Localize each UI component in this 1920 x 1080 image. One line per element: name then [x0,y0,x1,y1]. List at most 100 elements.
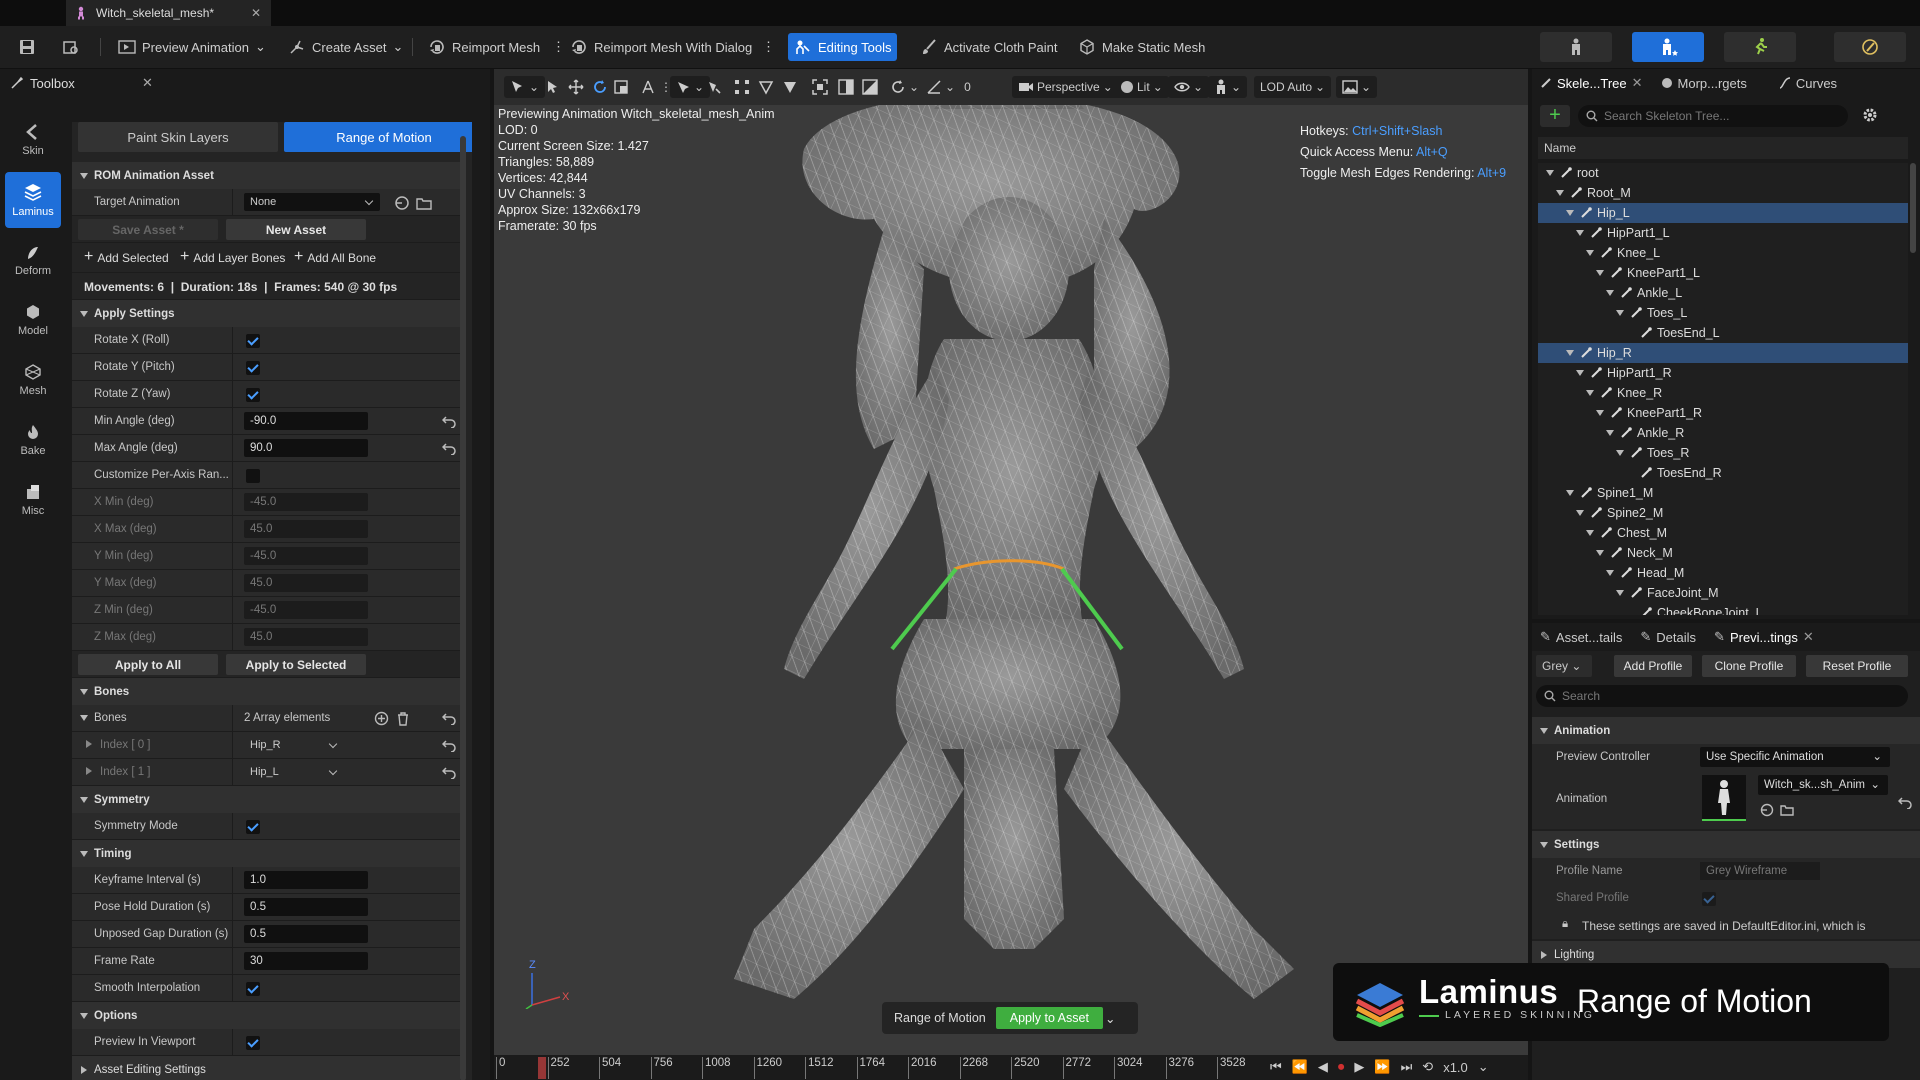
reimport-dialog-button[interactable]: Reimport Mesh With Dialog [564,33,758,61]
keyframe-interval-input[interactable]: 1.0 [244,871,368,889]
expand-arrow-icon[interactable] [1616,450,1624,456]
tab-details[interactable]: ✎ Details [1640,629,1696,645]
lod-button[interactable]: LOD Auto ⌄ [1254,76,1332,98]
section-symmetry[interactable]: Symmetry [72,786,460,813]
select-tool-icon[interactable] [546,77,560,97]
editing-tools-button[interactable]: Editing Tools [788,33,898,61]
viewport-layout-button[interactable]: ⌄ [1336,76,1378,98]
expand-arrow-icon[interactable] [1596,410,1604,416]
expand-arrow-icon[interactable] [1566,350,1574,356]
add-selected-button[interactable]: + Add Selected [84,249,169,266]
section-asset-editing[interactable]: Asset Editing Settings [72,1056,460,1080]
pivot-tool-icon[interactable] [640,77,656,97]
lit-mode-button[interactable]: Lit ⌄ [1114,76,1169,98]
rotate-x-checkbox[interactable] [246,334,260,348]
vtab-misc[interactable]: Misc [5,472,61,528]
tree-node[interactable]: Ankle_L [1538,283,1908,303]
tab-paint-skin-layers[interactable]: Paint Skin Layers [78,122,278,152]
half-fill-icon[interactable] [862,77,878,97]
tab-range-of-motion[interactable]: Range of Motion [284,122,472,152]
add-bone-button[interactable]: + [1540,105,1570,127]
expand-arrow-icon[interactable] [1606,290,1614,296]
split-view-icon[interactable] [838,77,854,97]
max-angle-input[interactable]: 90.0 [244,439,368,457]
record-icon[interactable]: ⏺ [1338,1059,1345,1075]
reset-arrow-icon[interactable] [442,765,456,779]
rotation-snap-icon[interactable]: ⌄ [890,77,919,97]
add-layer-bones-button[interactable]: + Add Layer Bones [180,249,285,266]
play-reverse-icon[interactable]: ◀ [1318,1059,1328,1075]
y-min-input[interactable]: -45.0 [244,547,368,565]
section-bones[interactable]: Bones [72,678,460,705]
reset-profile-button[interactable]: Reset Profile [1806,655,1908,677]
trash-icon[interactable] [396,711,410,726]
skeleton-search-input[interactable]: Search Skeleton Tree... [1578,105,1848,127]
section-timing[interactable]: Timing [72,840,460,867]
tree-node[interactable]: CheekBoneJoint_L [1538,603,1908,615]
close-tab-icon[interactable]: ✕ [251,6,261,20]
viewport-options-button[interactable]: ⌄ [504,76,546,98]
mesh-mode-button[interactable] [1632,32,1704,62]
animation-dropdown[interactable]: Witch_sk...sh_Anim ⌄ [1758,775,1888,795]
tree-node[interactable]: Root_M [1538,183,1908,203]
tree-node[interactable]: Knee_R [1538,383,1908,403]
skeleton-settings-button[interactable] [1862,107,1878,123]
make-static-mesh-button[interactable]: Make Static Mesh [1072,33,1211,61]
skeleton-mode-button[interactable] [1540,32,1612,62]
tab-skeleton-tree[interactable]: Skele...Tree ✕ [1540,75,1643,91]
rotate-tool-icon[interactable] [592,77,608,97]
tab-curves[interactable]: Curves [1779,76,1837,91]
expand-arrow-icon[interactable] [1586,250,1594,256]
expand-icon[interactable] [80,715,88,721]
vtab-bake[interactable]: Bake [5,412,61,468]
perspective-button[interactable]: Perspective ⌄ [1012,76,1119,98]
expand-arrow-icon[interactable] [1576,370,1584,376]
activate-cloth-paint-button[interactable]: Activate Cloth Paint [914,33,1063,61]
use-selected-icon[interactable] [394,195,410,211]
apply-to-selected-button[interactable]: Apply to Selected [226,654,366,675]
profile-name-input[interactable]: Grey Wireframe [1700,862,1820,880]
tree-node[interactable]: Head_M [1538,563,1908,583]
reset-arrow-icon[interactable] [442,441,456,455]
shared-profile-checkbox[interactable] [1702,892,1716,906]
triangle-filled-icon[interactable] [782,77,798,97]
z-max-input[interactable]: 45.0 [244,628,368,646]
animation-mode-button[interactable] [1724,32,1796,62]
add-profile-button[interactable]: Add Profile [1614,655,1692,677]
skip-to-start-icon[interactable]: ⏮ [1270,1059,1282,1075]
details-search-input[interactable]: Search [1536,685,1908,707]
reimport-dialog-kebab[interactable]: ⋮ [756,33,781,61]
vtab-model[interactable]: Model [5,292,61,348]
section-rom-animation-asset[interactable]: ROM Animation Asset [72,162,460,189]
target-animation-dropdown[interactable]: None [244,193,380,211]
browse-asset-button[interactable] [56,33,86,61]
custom-axis-checkbox[interactable] [246,469,260,483]
tree-node[interactable]: HipPart1_R [1538,363,1908,383]
tab-morph-targets[interactable]: Morp...rgets [1661,76,1747,91]
viewport[interactable]: ⌄ ⋮ ⌄ ⌄ ⌄ 0 Perspective ⌄ Lit ⌄ ⌄ ⌄ LOD Aut… [494,69,1528,1055]
tree-node[interactable]: Ankle_R [1538,423,1908,443]
save-asset-button[interactable]: Save Asset * [78,219,218,240]
tree-scrollbar[interactable] [1910,163,1916,253]
panel-scrollbar[interactable] [460,136,466,1080]
step-back-icon[interactable]: ⏪ [1292,1059,1308,1075]
smooth-interpolation-checkbox[interactable] [246,982,260,996]
expand-arrow-icon[interactable] [1576,510,1584,516]
frame-rate-input[interactable]: 30 [244,952,368,970]
close-tab-icon[interactable]: ✕ [1632,75,1643,91]
expand-arrow-icon[interactable] [1606,570,1614,576]
collapsed-arrow-icon[interactable] [86,767,92,775]
preview-viewport-checkbox[interactable] [246,1036,260,1050]
unposed-gap-input[interactable]: 0.5 [244,925,368,943]
expand-arrow-icon[interactable] [1596,550,1604,556]
section-apply-settings[interactable]: Apply Settings [72,300,460,327]
move-tool-icon[interactable] [568,77,584,97]
character-options-button[interactable]: ⌄ [1208,76,1248,98]
save-button[interactable] [12,33,42,61]
tree-node[interactable]: root [1538,163,1908,183]
timeline[interactable]: 0 252 504 756 1008 1260 1512 1764 2016 2268 2520 27… [494,1055,1528,1080]
index-0-dropdown[interactable]: Hip_R [244,736,344,754]
section-settings[interactable]: Settings [1532,831,1920,858]
expand-arrow-icon[interactable] [1616,310,1624,316]
reimport-mesh-button[interactable]: Reimport Mesh [422,33,546,61]
